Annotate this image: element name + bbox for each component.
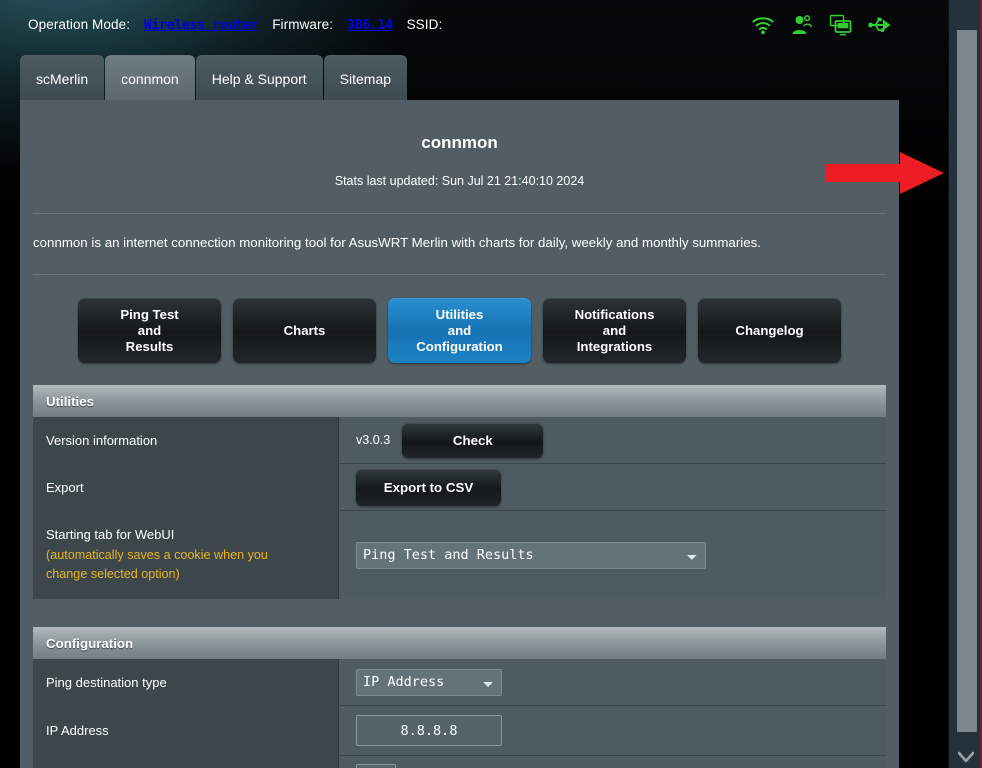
addon-tab-strip: scMerlin connmon Help & Support Sitemap bbox=[20, 55, 408, 101]
row-label-group: Starting tab for WebUI (automatically sa… bbox=[33, 511, 339, 599]
operation-mode-label: Operation Mode: bbox=[28, 17, 131, 32]
ssid-label: SSID: bbox=[406, 17, 443, 32]
export-to-csv-button[interactable]: Export to CSV bbox=[356, 468, 501, 506]
page-description: connmon is an internet connection monito… bbox=[33, 235, 761, 250]
row-label: Ping test duration bbox=[33, 756, 339, 768]
scroll-down-arrow-icon[interactable] bbox=[958, 751, 974, 763]
firmware-value[interactable]: 386.14 bbox=[347, 18, 393, 33]
ping-duration-input[interactable] bbox=[356, 763, 396, 768]
nav-button-line: and bbox=[137, 322, 162, 338]
tab-label: Help & Support bbox=[211, 70, 307, 87]
row-starting-tab: Starting tab for WebUI (automatically sa… bbox=[33, 511, 886, 599]
tab-connmon[interactable]: connmon bbox=[105, 55, 195, 101]
page-scrollbar[interactable] bbox=[948, 0, 982, 768]
nav-button-charts[interactable]: Charts bbox=[233, 298, 376, 363]
row-value: v3.0.3 Check bbox=[339, 417, 886, 463]
status-icon-group bbox=[751, 13, 892, 37]
ip-address-input[interactable] bbox=[356, 715, 502, 746]
guest-user-icon[interactable] bbox=[790, 13, 814, 37]
row-ip-address: IP Address bbox=[33, 706, 886, 756]
configuration-section: Configuration Ping destination type IP A… bbox=[33, 627, 886, 768]
nav-button-line: Notifications bbox=[574, 306, 655, 322]
nav-button-ping-test-and-results[interactable]: Ping Test and Results bbox=[78, 298, 221, 363]
nav-button-changelog[interactable]: Changelog bbox=[698, 298, 841, 363]
row-value: IP Address bbox=[339, 659, 886, 705]
tab-label: connmon bbox=[121, 70, 179, 87]
row-export: Export Export to CSV bbox=[33, 464, 886, 511]
nav-button-line: and bbox=[447, 322, 472, 338]
stats-last-updated: Stats last updated: Sun Jul 21 21:40:10 … bbox=[334, 174, 585, 188]
tab-label: Sitemap bbox=[339, 70, 392, 87]
row-label: Export bbox=[33, 464, 339, 510]
operation-mode-value[interactable]: Wireless router bbox=[144, 18, 259, 33]
nav-button-line: and bbox=[602, 322, 627, 338]
scrollbar-thumb[interactable] bbox=[957, 30, 977, 732]
row-value bbox=[339, 706, 886, 755]
nav-button-utilities-and-configuration[interactable]: Utilities and Configuration bbox=[388, 298, 531, 363]
check-version-button[interactable]: Check bbox=[402, 422, 544, 458]
operation-mode-line: Operation Mode: Wireless router Firmware… bbox=[28, 17, 442, 33]
nav-button-line: Charts bbox=[283, 322, 326, 338]
row-label: IP Address bbox=[33, 706, 339, 755]
tab-scmerlin[interactable]: scMerlin bbox=[20, 55, 105, 101]
row-ping-destination-type: Ping destination type IP Address bbox=[33, 659, 886, 706]
row-ping-test-duration: Ping test duration seconds (between 10 a… bbox=[33, 756, 886, 768]
starting-tab-select[interactable]: Ping Test and Results bbox=[356, 541, 706, 569]
row-value: seconds (between 10 and 60, default: 60) bbox=[339, 756, 886, 768]
version-value: v3.0.3 bbox=[356, 433, 391, 447]
tab-sitemap[interactable]: Sitemap bbox=[323, 55, 408, 101]
utilities-section: Utilities Version information v3.0.3 Che… bbox=[33, 385, 886, 599]
row-hint-line1: (automatically saves a cookie when you bbox=[46, 547, 268, 562]
tab-help-and-support[interactable]: Help & Support bbox=[195, 55, 323, 101]
nav-button-line: Integrations bbox=[576, 338, 653, 354]
screenshot-root: Operation Mode: Wireless router Firmware… bbox=[0, 0, 982, 768]
nav-button-line: Utilities bbox=[435, 306, 484, 322]
row-value: Export to CSV bbox=[339, 464, 886, 510]
row-label: Starting tab for WebUI bbox=[46, 526, 175, 542]
utilities-section-header: Utilities bbox=[33, 385, 886, 417]
nav-button-line: Results bbox=[125, 338, 174, 354]
nav-button-notifications-and-integrations[interactable]: Notifications and Integrations bbox=[543, 298, 686, 363]
nav-button-line: Configuration bbox=[416, 338, 503, 354]
usb-icon[interactable] bbox=[868, 13, 892, 37]
divider-below-description bbox=[33, 274, 886, 275]
wifi-icon[interactable] bbox=[751, 13, 775, 37]
connmon-content-panel: connmon Stats last updated: Sun Jul 21 2… bbox=[20, 100, 899, 768]
configuration-section-header: Configuration bbox=[33, 627, 886, 659]
row-version-information: Version information v3.0.3 Check bbox=[33, 417, 886, 464]
ping-destination-type-select[interactable]: IP Address bbox=[356, 668, 502, 696]
row-hint-line2: change selected option) bbox=[46, 566, 180, 581]
row-label: Version information bbox=[33, 417, 339, 463]
page-title: connmon bbox=[421, 133, 498, 152]
tab-label: scMerlin bbox=[36, 70, 89, 87]
row-value: Ping Test and Results bbox=[339, 511, 886, 599]
nav-button-line: Ping Test bbox=[120, 306, 179, 322]
firmware-label: Firmware: bbox=[272, 17, 334, 32]
router-status-bar: Operation Mode: Wireless router Firmware… bbox=[0, 0, 948, 52]
row-label: Ping destination type bbox=[33, 659, 339, 705]
section-nav-buttons: Ping Test and Results Charts Utilities a… bbox=[20, 298, 899, 363]
network-monitor-icon[interactable] bbox=[829, 13, 853, 37]
nav-button-line: Changelog bbox=[735, 322, 804, 338]
divider-top bbox=[33, 213, 886, 214]
